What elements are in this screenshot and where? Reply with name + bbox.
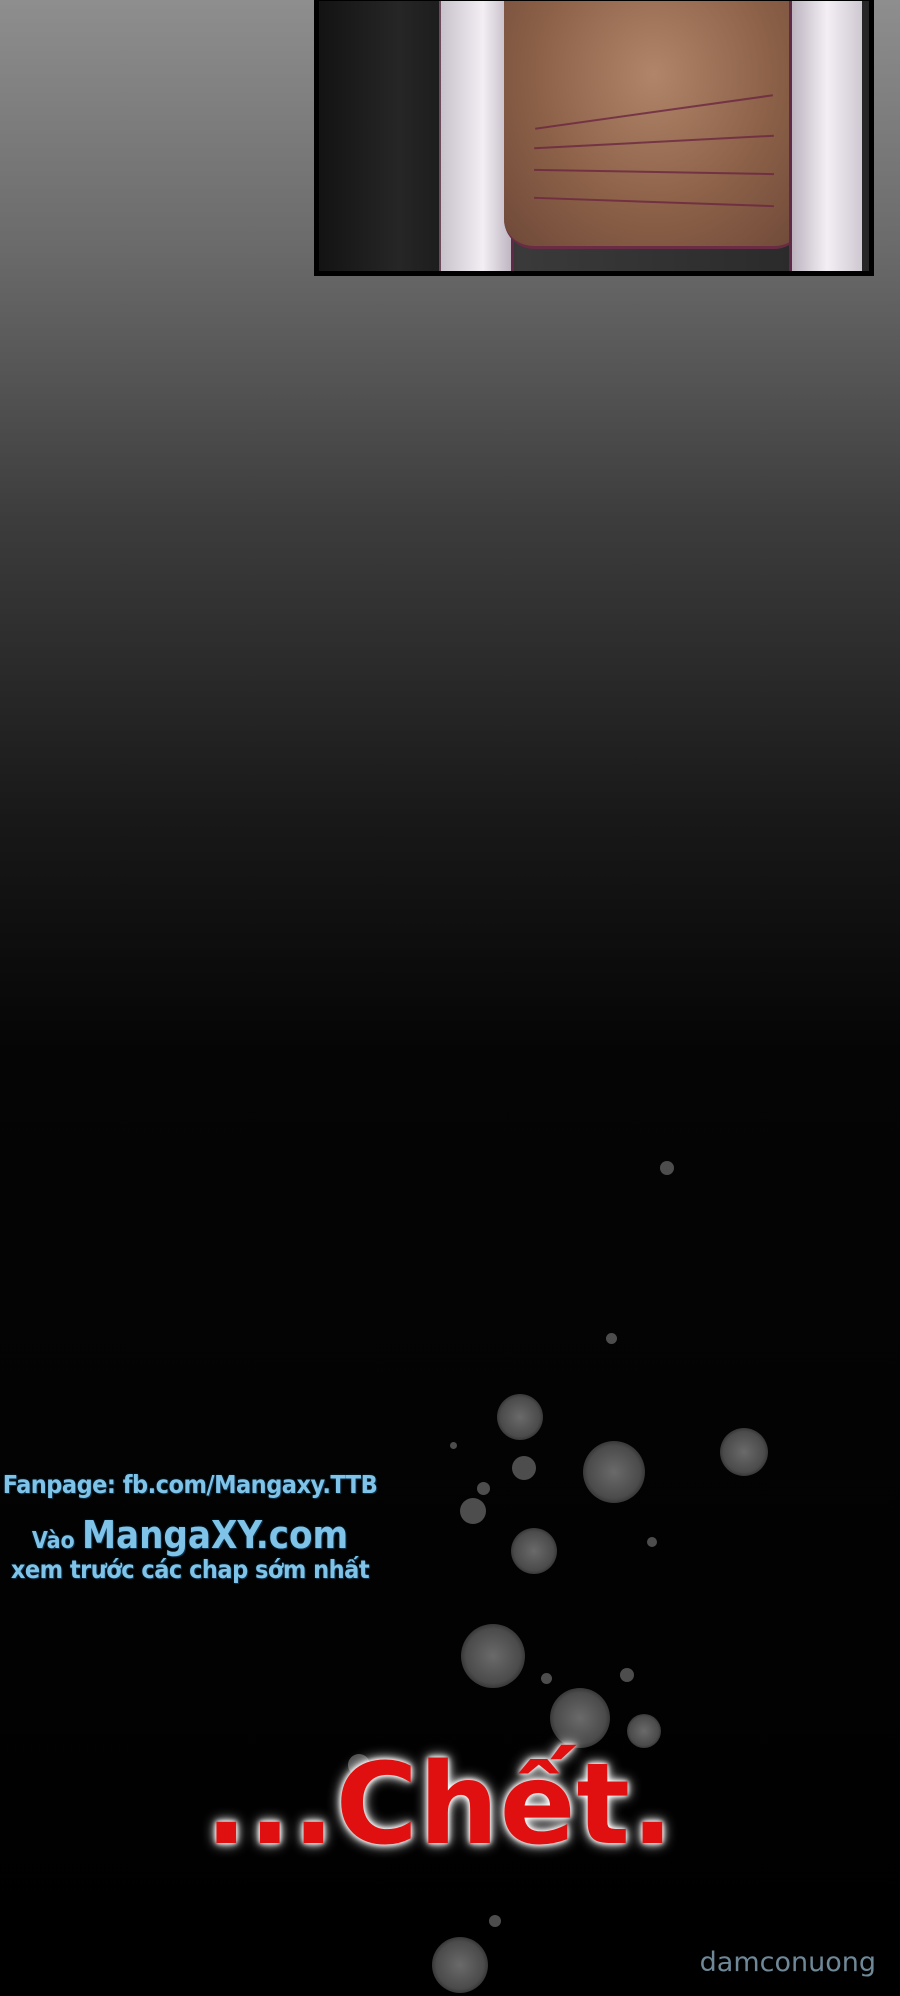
splatter-dot xyxy=(620,1668,634,1682)
splatter-blob xyxy=(583,1441,645,1503)
splatter-dot xyxy=(477,1482,490,1495)
splatter-blob xyxy=(461,1624,525,1688)
splatter-dot xyxy=(660,1161,674,1175)
torso-line xyxy=(534,134,774,150)
fanpage-text: Fanpage: fb.com/Mangaxy.TTB xyxy=(2,1470,378,1499)
splatter-dot xyxy=(512,1456,536,1480)
comic-panel xyxy=(314,0,874,276)
splatter-blob xyxy=(550,1688,610,1748)
splatter-dot xyxy=(647,1537,657,1547)
splatter-blob xyxy=(720,1428,768,1476)
splatter-dot xyxy=(606,1333,617,1344)
visit-prefix: Vào xyxy=(31,1528,75,1554)
torso-line xyxy=(535,94,773,130)
shirt-left-sleeve xyxy=(439,1,514,271)
torso-line xyxy=(534,168,774,176)
splatter-dot xyxy=(541,1673,552,1684)
torso-line xyxy=(534,196,774,208)
sfx-text: ...Chết. xyxy=(205,1740,675,1870)
character-torso xyxy=(504,1,804,249)
watermark: damconuong xyxy=(699,1947,876,1978)
visit-line: Vào MangaXY.com xyxy=(0,1513,380,1557)
early-access-text: xem trước các chap sớm nhất xyxy=(10,1555,370,1584)
site-name: MangaXY.com xyxy=(81,1513,349,1557)
scanlation-credits: Fanpage: fb.com/Mangaxy.TTB Vào MangaXY.… xyxy=(0,1470,380,1584)
splatter-dot xyxy=(460,1498,486,1524)
splatter-blob xyxy=(497,1394,543,1440)
splatter-blob xyxy=(432,1937,488,1993)
splatter-dot xyxy=(489,1915,501,1927)
splatter-dot xyxy=(450,1442,457,1449)
shirt-right-sleeve xyxy=(789,1,862,271)
splatter-blob xyxy=(511,1528,557,1574)
